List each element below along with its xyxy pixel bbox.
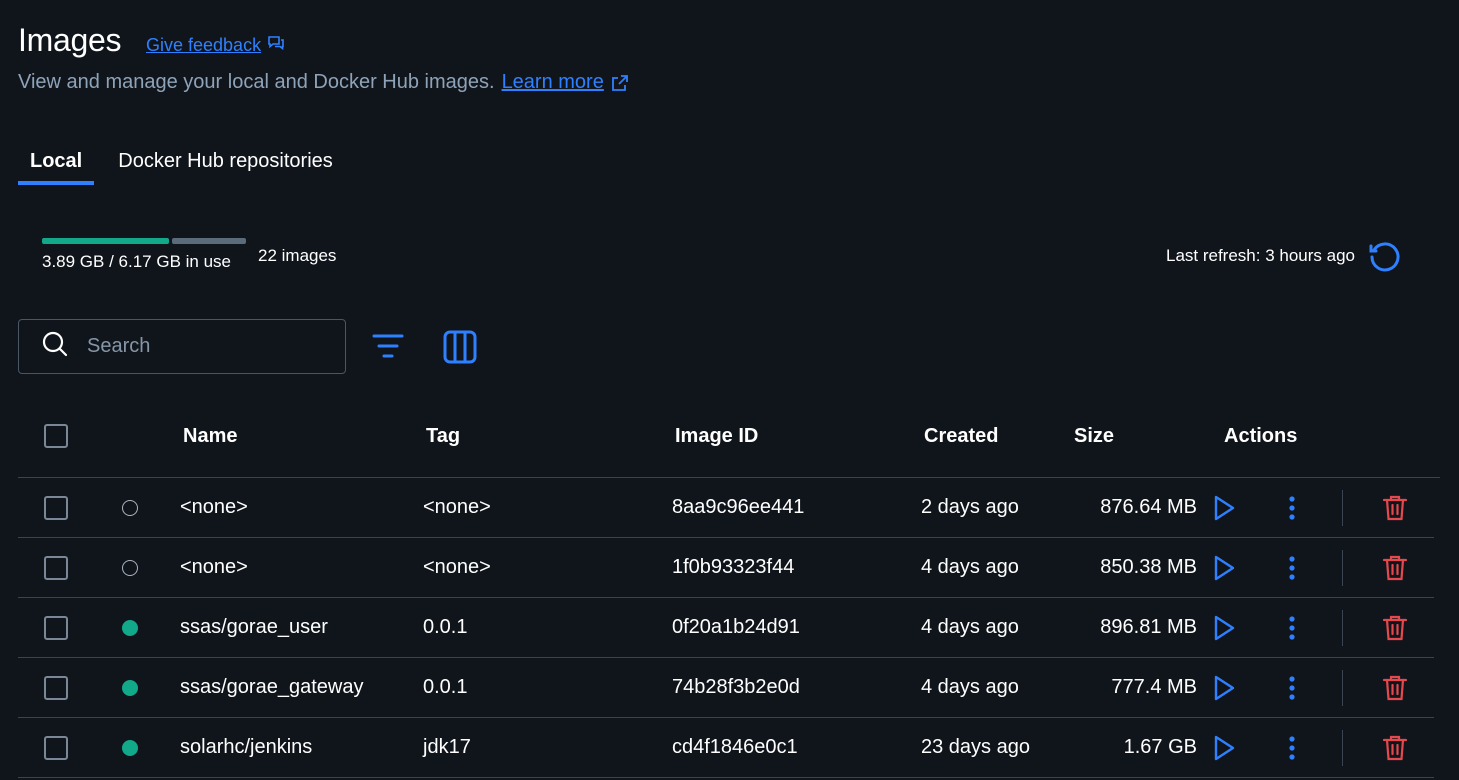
column-header-created[interactable]: Created <box>924 425 998 448</box>
image-size: 777.4 MB <box>1111 676 1197 698</box>
disk-usage-text: 3.89 GB / 6.17 GB in use <box>42 252 232 271</box>
trash-icon[interactable] <box>1382 674 1408 702</box>
disk-usage-used <box>42 238 169 244</box>
subtitle-text: View and manage your local and Docker Hu… <box>18 71 495 93</box>
learn-more-link[interactable]: Learn more <box>502 71 604 94</box>
more-vertical-icon[interactable] <box>1288 555 1296 581</box>
table-row[interactable]: <none> <none> 8aa9c96ee441 2 days ago 876.64… <box>18 478 1434 538</box>
last-refresh-text: Last refresh: 3 hours ago <box>1165 246 1355 265</box>
image-name[interactable]: solarhc/jenkins <box>180 736 312 759</box>
tab-bar: Local Docker Hub repositories <box>18 150 345 185</box>
image-size: 850.38 MB <box>1100 556 1197 578</box>
unused-indicator <box>122 560 138 576</box>
tab-docker-hub-repositories[interactable]: Docker Hub repositories <box>106 150 345 185</box>
refresh-icon[interactable] <box>1366 238 1404 281</box>
image-id: 8aa9c96ee441 <box>672 496 805 518</box>
columns-icon[interactable] <box>443 330 477 369</box>
trash-icon[interactable] <box>1382 494 1408 522</box>
give-feedback-link[interactable]: Give feedback <box>146 34 285 57</box>
actions-divider <box>1342 490 1343 526</box>
give-feedback-label: Give feedback <box>146 35 262 55</box>
table-row[interactable]: ssas/gorae_gateway 0.0.1 74b28f3b2e0d 4 day… <box>18 658 1434 718</box>
image-name[interactable]: <none> <box>180 556 248 579</box>
tab-local[interactable]: Local <box>18 150 95 185</box>
actions-divider <box>1342 610 1343 646</box>
more-vertical-icon[interactable] <box>1288 735 1296 761</box>
page-title: Images <box>18 22 122 58</box>
column-header-tag[interactable]: Tag <box>426 425 460 448</box>
images-page: Images Give feedback View and manage you… <box>0 0 1459 780</box>
actions-divider <box>1342 550 1343 586</box>
image-tag: jdk17 <box>423 736 471 758</box>
external-link-icon[interactable] <box>610 73 630 93</box>
row-checkbox[interactable] <box>44 556 68 580</box>
in-use-indicator <box>122 740 138 756</box>
column-header-size[interactable]: Size <box>1074 425 1114 448</box>
play-icon[interactable] <box>1212 675 1236 701</box>
image-name[interactable]: <none> <box>180 496 248 519</box>
search-icon <box>41 330 69 363</box>
trash-icon[interactable] <box>1382 734 1408 762</box>
actions-divider <box>1342 730 1343 766</box>
trash-icon[interactable] <box>1382 554 1408 582</box>
row-checkbox[interactable] <box>44 676 68 700</box>
unused-indicator <box>122 500 138 516</box>
chat-bubble-icon <box>267 34 285 57</box>
table-row[interactable]: solarhc/jenkins jdk17 cd4f1846e0c1 23 days … <box>18 718 1434 778</box>
image-id: 1f0b93323f44 <box>672 556 795 578</box>
row-checkbox[interactable] <box>44 616 68 640</box>
column-header-image-id[interactable]: Image ID <box>675 425 758 448</box>
page-subtitle: View and manage your local and Docker Hu… <box>18 71 630 94</box>
image-id: 0f20a1b24d91 <box>672 616 800 638</box>
image-tag: 0.0.1 <box>423 676 468 698</box>
actions-divider <box>1342 670 1343 706</box>
table-row[interactable]: <none> <none> 1f0b93323f44 4 days ago 850.38… <box>18 538 1434 598</box>
row-checkbox[interactable] <box>44 496 68 520</box>
image-id: 74b28f3b2e0d <box>672 676 800 698</box>
image-name[interactable]: ssas/gorae_gateway <box>180 676 363 699</box>
image-size: 896.81 MB <box>1100 616 1197 638</box>
column-header-name[interactable]: Name <box>183 425 237 448</box>
in-use-indicator <box>122 620 138 636</box>
select-all-checkbox[interactable] <box>44 424 68 448</box>
image-size: 876.64 MB <box>1100 496 1197 518</box>
image-name[interactable]: ssas/gorae_user <box>180 616 328 639</box>
image-tag: <none> <box>423 496 491 518</box>
play-icon[interactable] <box>1212 495 1236 521</box>
trash-icon[interactable] <box>1382 614 1408 642</box>
search-box[interactable] <box>18 319 346 374</box>
image-created: 23 days ago <box>921 736 1030 758</box>
filter-icon[interactable] <box>372 332 404 365</box>
image-created: 4 days ago <box>921 616 1019 638</box>
image-created: 4 days ago <box>921 556 1019 578</box>
more-vertical-icon[interactable] <box>1288 615 1296 641</box>
column-header-actions: Actions <box>1224 425 1298 447</box>
image-count: 22 images <box>258 246 337 265</box>
disk-usage-free <box>172 238 246 244</box>
more-vertical-icon[interactable] <box>1288 495 1296 521</box>
table-header: Name Tag Image ID Created Size Actions <box>18 405 1440 478</box>
search-input[interactable] <box>87 335 307 358</box>
image-created: 4 days ago <box>921 676 1019 698</box>
play-icon[interactable] <box>1212 735 1236 761</box>
table-row[interactable]: ssas/gorae_user 0.0.1 0f20a1b24d91 4 days a… <box>18 598 1434 658</box>
image-created: 2 days ago <box>921 496 1019 518</box>
image-tag: 0.0.1 <box>423 616 468 638</box>
row-checkbox[interactable] <box>44 736 68 760</box>
in-use-indicator <box>122 680 138 696</box>
play-icon[interactable] <box>1212 555 1236 581</box>
play-icon[interactable] <box>1212 615 1236 641</box>
image-size: 1.67 GB <box>1123 736 1197 758</box>
disk-usage-bar <box>42 238 246 244</box>
image-tag: <none> <box>423 556 491 578</box>
image-id: cd4f1846e0c1 <box>672 736 798 758</box>
more-vertical-icon[interactable] <box>1288 675 1296 701</box>
